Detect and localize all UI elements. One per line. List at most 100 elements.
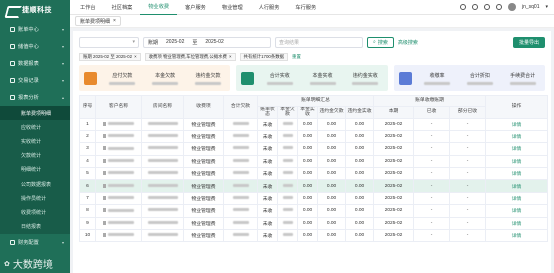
detail-link[interactable]: 详情: [485, 129, 549, 144]
watermark-text: 大数跨境: [12, 260, 53, 271]
cell-total: [223, 129, 258, 144]
table-row[interactable]: 7 物业管理费 未收 0.00 0.00 0.00 2025-02 - - 详情: [79, 191, 549, 206]
detail-link[interactable]: 详情: [485, 117, 549, 131]
sidebar-subitem[interactable]: 明细统计: [0, 163, 70, 177]
cell-principal-paid: 0.00: [297, 167, 318, 181]
username[interactable]: jn_sq01: [522, 4, 540, 10]
sidebar-subitem[interactable]: 公司数据报表: [0, 177, 70, 191]
advanced-search-link[interactable]: 高级搜索: [398, 39, 418, 46]
chevron-up-icon: ▴: [61, 95, 64, 100]
table-row[interactable]: 4 物业管理费 未收 0.00 0.00 0.00 2025-02 - - 详情: [79, 154, 549, 169]
detail-link[interactable]: 详情: [485, 216, 549, 231]
detail-link[interactable]: 详情: [485, 179, 549, 193]
table-row[interactable]: 1 物业管理费 未收 0.00 0.00 0.00 2025-02 - - 详情: [79, 117, 549, 131]
cell-status: 未收: [257, 129, 278, 144]
card-metric: 收缴率: [420, 72, 455, 85]
chip-fee-items[interactable]: 收费项 物业管理费,车位管理费,公摊水费 ×: [144, 52, 236, 61]
cell-index: 3: [79, 142, 96, 156]
settings-icon[interactable]: [459, 4, 466, 10]
cell-status: 未收: [257, 117, 278, 131]
cell-status: 未收: [257, 167, 278, 181]
cell-principal: [277, 167, 298, 181]
table-row[interactable]: 5 物业管理费 未收 0.00 0.00 0.00 2025-02 - - 详情: [79, 167, 549, 181]
topnav-item[interactable]: 物业管理: [214, 0, 251, 15]
col-penalty: 违约金欠款: [317, 105, 346, 119]
fullscreen-icon[interactable]: [495, 4, 502, 10]
card-metric-value: [309, 81, 336, 85]
table-row[interactable]: 8 物业管理费 未收 0.00 0.00 0.00 2025-02 - - 详情: [79, 204, 549, 218]
detail-link[interactable]: 详情: [485, 191, 549, 206]
close-icon[interactable]: ×: [113, 18, 116, 24]
period-range-picker[interactable]: 账期 2025-02 至 2025-02: [143, 36, 271, 48]
detail-link[interactable]: 详情: [485, 167, 549, 181]
tab-bill-detail[interactable]: 账单费项明细 ×: [75, 16, 121, 26]
period-end[interactable]: 2025-02: [205, 39, 223, 45]
topnav-item[interactable]: 人行服务: [251, 0, 288, 15]
search-button[interactable]: ⌕ 搜索: [367, 36, 394, 48]
reset-link[interactable]: 重置: [292, 54, 301, 60]
sidebar-subitem[interactable]: 账单费项明细: [0, 106, 70, 121]
sidebar-item[interactable]: 财务配置 ▾: [0, 234, 70, 251]
table-row[interactable]: 2 物业管理费 未收 0.00 0.00 0.00 2025-02 - - 详情: [79, 129, 549, 144]
cell-paid: -: [413, 167, 450, 181]
period-start[interactable]: 2025-02: [166, 39, 184, 45]
sidebar-subitem[interactable]: 日结报表: [0, 220, 70, 234]
cell-partial: -: [448, 142, 487, 156]
sidebar-subitem[interactable]: 实收统计: [0, 134, 70, 148]
cell-house: [141, 228, 184, 243]
chevron-down-icon: ▾: [61, 27, 64, 32]
sidebar-item-label: 交易记录: [18, 78, 39, 84]
cell-paid: -: [413, 191, 450, 206]
sidebar-item[interactable]: 储值中心 ▾: [0, 38, 70, 55]
detail-link[interactable]: 详情: [485, 154, 549, 169]
table-row[interactable]: 6 物业管理费 未收 0.00 0.00 0.00 2025-02 - - 详情: [79, 179, 549, 193]
card-metric: 违约金欠款: [191, 72, 226, 85]
table-row[interactable]: 10 物业管理费 未收 0.00 0.00 0.00 2025-02 - - 详…: [79, 228, 549, 243]
detail-link[interactable]: 详情: [485, 228, 549, 243]
sidebar-item-label: 账单中心: [18, 27, 39, 33]
export-button[interactable]: 批量导出: [512, 36, 545, 48]
sidebar-subitem[interactable]: 收费项统计: [0, 205, 70, 219]
sidebar: 捷顺科技 账单中心 ▾ 储值中心 ▾ 数据报表 ▾ 交易记录 ▾ 报表分析 ▴ 账单费项明细 应收统计…: [0, 0, 70, 273]
col-fee-item: 收费项: [183, 95, 224, 119]
col-operation: 操作: [485, 95, 549, 119]
cell-penalty-paid: 0.00: [345, 117, 374, 131]
community-select[interactable]: ▾: [79, 36, 139, 48]
topnav-item[interactable]: 工作台: [72, 0, 104, 15]
sidebar-subitem[interactable]: 欠款统计: [0, 149, 70, 163]
topnav-item[interactable]: 客户服务: [177, 0, 214, 15]
chip-period[interactable]: 账期 2025-02 至 2025-02 ×: [79, 52, 141, 61]
grid-icon[interactable]: [483, 4, 490, 10]
filter-chips: 账期 2025-02 至 2025-02 × 收费项 物业管理费,车位管理费,公摊…: [79, 52, 545, 61]
card-metric-label: 应付欠款: [112, 72, 133, 79]
brand-name: 捷顺科技: [22, 6, 52, 14]
sidebar-item[interactable]: 账单中心 ▾: [0, 21, 70, 38]
close-icon[interactable]: ×: [229, 54, 232, 59]
detail-link[interactable]: 详情: [485, 142, 549, 156]
cell-fee-item: 物业管理费: [183, 191, 224, 206]
sidebar-item[interactable]: 数据报表 ▾: [0, 55, 70, 72]
topnav-item[interactable]: 社区档案: [104, 0, 141, 15]
filter-bar: ▾ 账期 2025-02 至 2025-02 查询结果 ⌕ 搜索 高级搜索 批量导…: [79, 36, 545, 48]
close-icon[interactable]: ×: [134, 54, 137, 59]
table-row[interactable]: 9 物业管理费 未收 0.00 0.00 0.00 2025-02 - - 详情: [79, 216, 549, 231]
topnav-item[interactable]: 车行服务: [287, 0, 324, 15]
cell-house: [141, 129, 184, 144]
card-metric: 本金实收: [305, 72, 340, 85]
bell-icon[interactable]: [471, 4, 478, 10]
detail-link[interactable]: 详情: [485, 204, 549, 218]
sidebar-subitem[interactable]: 操作员统计: [0, 191, 70, 205]
cell-index: 8: [79, 204, 96, 218]
sidebar-subitem[interactable]: 应收统计: [0, 120, 70, 134]
chevron-down-icon[interactable]: ▾: [545, 4, 548, 10]
avatar[interactable]: [507, 3, 516, 11]
logo: 捷顺科技: [0, 0, 70, 19]
query-input[interactable]: 查询结果: [275, 36, 363, 48]
table-row[interactable]: 3 物业管理费 未收 0.00 0.00 0.00 2025-02 - - 详情: [79, 142, 549, 156]
sidebar-item[interactable]: 报表分析 ▴: [0, 89, 70, 106]
sidebar-item[interactable]: 交易记录 ▾: [0, 72, 70, 89]
topnav-item[interactable]: 物业收费: [140, 0, 178, 15]
cell-period: 2025-02: [373, 204, 414, 218]
cell-index: 7: [79, 191, 96, 206]
cell-principal-paid: 0.00: [297, 191, 318, 206]
